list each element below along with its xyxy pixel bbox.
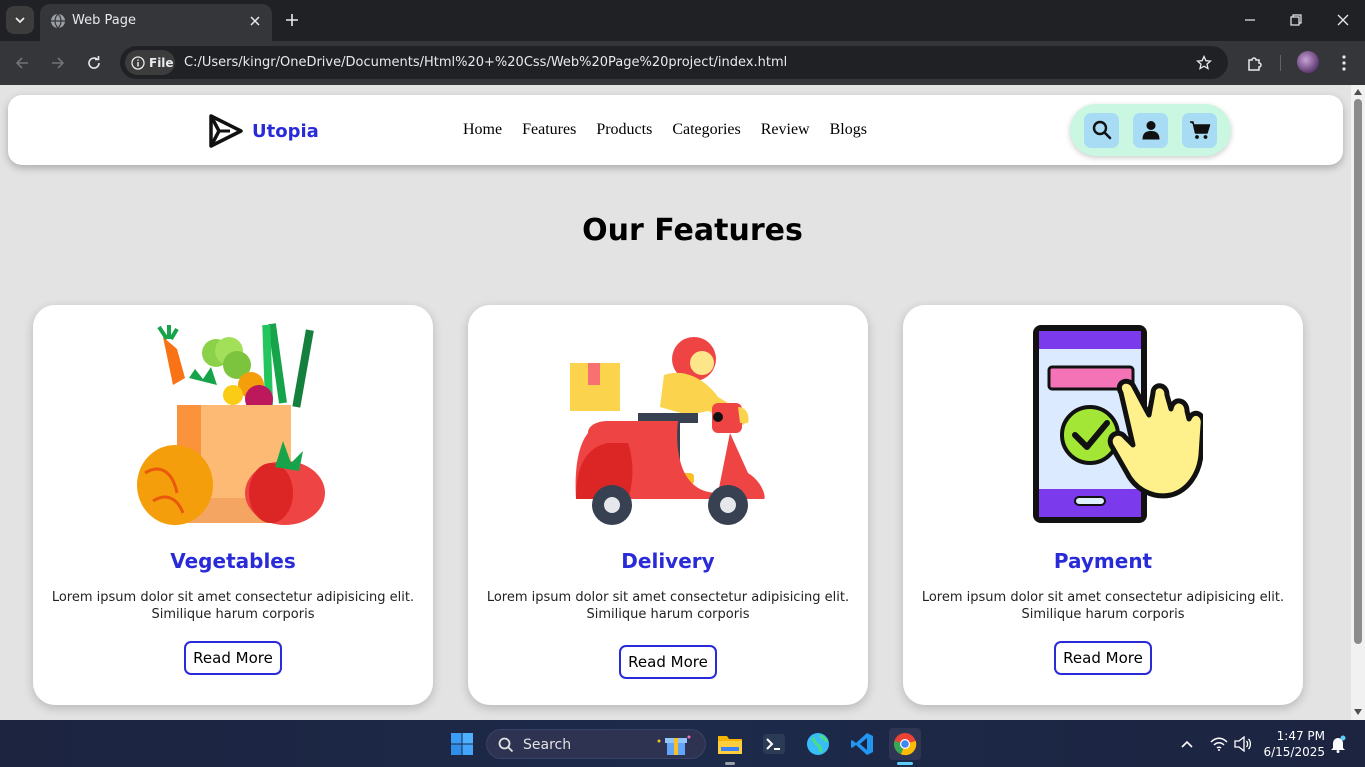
close-tab-icon[interactable] — [246, 12, 264, 30]
phone-payment-image — [1033, 325, 1203, 523]
taskbar-search-placeholder: Search — [523, 737, 572, 753]
vscode-icon[interactable] — [846, 728, 878, 760]
reload-icon[interactable] — [82, 51, 106, 75]
toolbar-divider — [1280, 55, 1281, 71]
forward-icon[interactable] — [46, 51, 70, 75]
browser-toolbar: File C:/Users/kingr/OneDrive/Documents/H… — [0, 41, 1365, 85]
scooter-delivery-image — [570, 337, 765, 525]
globe-icon — [51, 13, 65, 29]
cart-icon — [1189, 121, 1210, 139]
windows-taskbar: Search 1:47 PM 6/15/2025 — [0, 720, 1365, 767]
chrome-icon[interactable] — [889, 728, 921, 765]
nav-home[interactable]: Home — [463, 121, 502, 139]
nav-blogs[interactable]: Blogs — [830, 121, 867, 139]
minimize-icon[interactable] — [1238, 8, 1262, 32]
bookmark-star-icon[interactable] — [1194, 53, 1214, 73]
file-explorer-icon[interactable] — [714, 728, 746, 765]
taskbar-search-box[interactable]: Search — [486, 729, 706, 759]
nav-review[interactable]: Review — [761, 121, 810, 139]
browser-tab-strip: Web Page — [0, 0, 1365, 41]
nav-products[interactable]: Products — [596, 121, 652, 139]
play-logo-icon — [209, 114, 243, 148]
chevron-down-icon — [15, 17, 25, 24]
search-button[interactable] — [1084, 112, 1119, 148]
card-description: Lorem ipsum dolor sit amet consectetur a… — [486, 590, 850, 622]
clock-date: 6/15/2025 — [1263, 745, 1325, 759]
info-icon — [131, 55, 145, 70]
back-icon[interactable] — [10, 51, 34, 75]
taskbar-clock[interactable]: 1:47 PM 6/15/2025 — [1263, 728, 1325, 760]
notification-bell-icon[interactable] — [1322, 728, 1354, 760]
scroll-thumb[interactable] — [1354, 99, 1362, 644]
nav-categories[interactable]: Categories — [672, 121, 740, 139]
clock-time: 1:47 PM — [1276, 729, 1325, 743]
scroll-down-arrow-icon[interactable] — [1354, 709, 1362, 715]
extensions-icon[interactable] — [1243, 51, 1267, 75]
active-indicator — [897, 762, 913, 765]
restore-icon[interactable] — [1284, 8, 1308, 32]
page-viewport: Utopia Home Features Products Categories… — [0, 85, 1351, 720]
header-icon-group — [1070, 104, 1231, 156]
card-title: Payment — [1053, 549, 1153, 573]
main-nav: Home Features Products Categories Review… — [463, 121, 867, 139]
search-icon — [498, 737, 514, 753]
close-window-icon[interactable] — [1331, 8, 1355, 32]
address-bar[interactable]: File C:/Users/kingr/OneDrive/Documents/H… — [120, 46, 1228, 79]
user-button[interactable] — [1133, 112, 1168, 148]
maps-globe-icon[interactable] — [802, 728, 834, 760]
feature-card-delivery: Delivery Lorem ipsum dolor sit amet cons… — [468, 305, 868, 705]
feature-card-payment: Payment Lorem ipsum dolor sit amet conse… — [903, 305, 1303, 705]
read-more-button[interactable]: Read More — [619, 645, 717, 679]
user-icon — [1142, 121, 1159, 140]
search-icon — [1092, 120, 1111, 140]
card-title: Delivery — [621, 549, 715, 573]
new-tab-icon[interactable] — [282, 10, 302, 30]
tab-search-button[interactable] — [6, 6, 34, 34]
site-info-chip[interactable]: File — [125, 50, 175, 75]
profile-avatar[interactable] — [1297, 51, 1319, 73]
read-more-button[interactable]: Read More — [184, 641, 282, 675]
feature-card-vegetables: Vegetables Lorem ipsum dolor sit amet co… — [33, 305, 433, 705]
site-header: Utopia Home Features Products Categories… — [8, 95, 1343, 165]
read-more-button[interactable]: Read More — [1054, 641, 1152, 675]
running-indicator — [725, 762, 735, 765]
nav-features[interactable]: Features — [522, 121, 576, 139]
scroll-up-arrow-icon[interactable] — [1354, 89, 1362, 95]
more-menu-icon[interactable] — [1332, 51, 1356, 75]
logo-text: Utopia — [252, 120, 319, 142]
site-logo[interactable]: Utopia — [208, 113, 319, 149]
page-scrollbar[interactable] — [1351, 85, 1365, 720]
card-title: Vegetables — [170, 549, 296, 573]
cart-button[interactable] — [1182, 112, 1217, 148]
section-title: Our Features — [582, 213, 803, 248]
volume-icon[interactable] — [1227, 728, 1259, 760]
windows-start-icon[interactable] — [446, 728, 478, 760]
card-description: Lorem ipsum dolor sit amet consectetur a… — [51, 590, 415, 622]
vegetables-bag-image — [137, 323, 325, 525]
show-hidden-icons-chevron-icon[interactable] — [1171, 728, 1203, 760]
url-text: C:/Users/kingr/OneDrive/Documents/Html%2… — [184, 55, 788, 70]
tab-web-page[interactable]: Web Page — [40, 4, 272, 41]
terminal-icon[interactable] — [758, 728, 790, 760]
gift-icon — [657, 735, 691, 755]
site-chip-label: File — [149, 55, 174, 70]
tab-title: Web Page — [72, 13, 136, 28]
card-description: Lorem ipsum dolor sit amet consectetur a… — [921, 590, 1285, 622]
